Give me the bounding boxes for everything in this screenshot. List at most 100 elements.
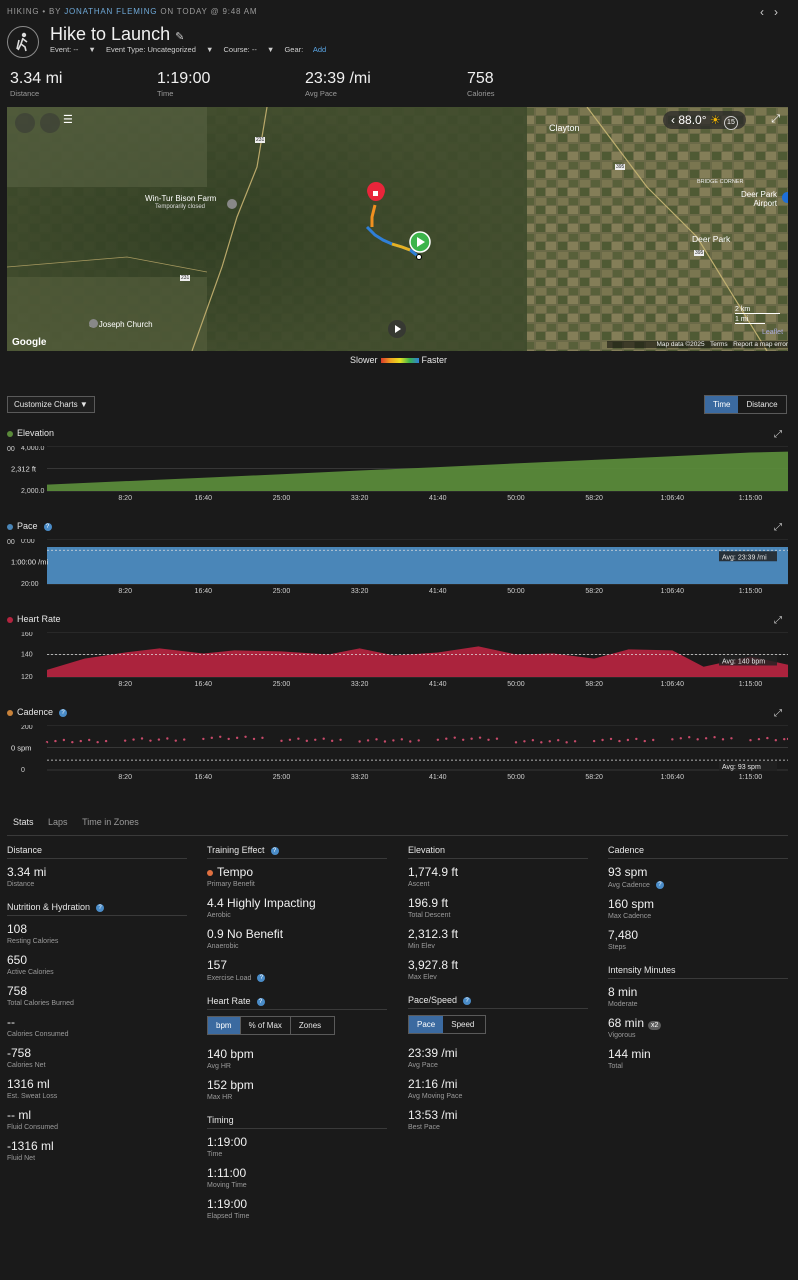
map-control-mid[interactable] (40, 113, 60, 133)
summary-value: 758 (467, 70, 494, 87)
caret-down-icon: ▼ (79, 400, 88, 409)
cadence-data-point (531, 739, 535, 742)
leaflet-link[interactable]: Leaflet (762, 329, 783, 336)
training-title-text: Training Effect (207, 845, 265, 855)
event-type-dropdown[interactable]: Event Type: Uncategorized ▼ (106, 45, 213, 54)
help-icon[interactable]: ? (270, 846, 279, 855)
terms-link[interactable]: Terms (710, 341, 728, 348)
pace-speed-toggle: Pace Speed (408, 1015, 486, 1034)
report-error-link[interactable]: Report a map error (733, 341, 788, 348)
author-link[interactable]: JONATHAN FLEMING (64, 7, 157, 16)
course-dropdown[interactable]: Course: -- ▼ (223, 45, 274, 54)
weather-widget[interactable]: ‹ 88.0° ☀ 15 (663, 111, 746, 130)
heart-rate-chart[interactable]: 8:20 16:40 25:00 33:20 41:40 50:00 58:20 1:06:4… (7, 632, 788, 689)
elevation-chart[interactable]: 8:20 16:40 25:00 33:20 41:40 50:00 58:20 1:06:4… (7, 446, 788, 503)
cadence-data-point (297, 737, 300, 740)
legend-slower: Slower (350, 355, 378, 365)
cadence-title-text: Cadence (17, 707, 54, 717)
stat-label: Avg HR (207, 1063, 231, 1070)
stat-value: 157 (207, 958, 228, 972)
x-tick-label: 1:06:40 (661, 588, 684, 595)
x-tick-label: 8:20 (118, 774, 132, 781)
summary-value: 3.34 mi (10, 70, 63, 87)
help-icon[interactable]: ? (59, 708, 68, 717)
section-timing-title: Timing (207, 1115, 387, 1129)
nutrition-title-text: Nutrition & Hydration (7, 902, 91, 912)
stat-value: 3,927.8 ft (408, 958, 459, 972)
heart-rate-series-area (47, 646, 788, 677)
help-icon[interactable]: ? (43, 522, 52, 531)
stat-label: Primary Benefit (207, 881, 255, 888)
google-logo: Google (12, 337, 47, 348)
next-activity-icon[interactable]: › (774, 5, 788, 19)
time-toggle[interactable]: Time (705, 396, 739, 413)
cadence-data-point (104, 739, 108, 743)
cadence-expand-icon[interactable]: ⤢ (774, 708, 782, 719)
stat-label: Active Calories (7, 969, 54, 976)
map-data-credit: Map data ©2025 (656, 341, 705, 348)
cadence-data-point (514, 741, 518, 744)
summary-label: Avg Pace (305, 89, 337, 98)
fullscreen-icon[interactable]: ⤢ (771, 113, 780, 126)
hr-zones-toggle[interactable]: Zones (291, 1017, 329, 1034)
y-axis-cut-label: 00 (7, 539, 15, 546)
cadence-data-point (766, 736, 769, 740)
help-icon[interactable]: ? (655, 881, 664, 889)
cadence-chart[interactable]: 8:20 16:40 25:00 33:20 41:40 50:00 58:20 1:06:4… (7, 725, 788, 782)
stat-value: 650 (7, 953, 28, 967)
route-map[interactable]: ☰ Clayton Win-Tur Bison Farm Temporarily… (7, 107, 788, 351)
elevation-expand-icon[interactable]: ⤢ (774, 429, 782, 440)
stat-label: Elapsed Time (207, 1213, 250, 1220)
edit-pencil-icon[interactable]: ✎ (175, 31, 184, 43)
breadcrumb-by: • BY (42, 7, 62, 16)
help-icon[interactable]: ? (463, 996, 472, 1005)
tab-stats[interactable]: Stats (7, 815, 40, 829)
map-label-airport: Deer Park Airport (740, 190, 777, 208)
heart-rate-expand-icon[interactable]: ⤢ (774, 615, 782, 626)
cadence-data-point (322, 737, 325, 740)
help-icon[interactable]: ? (257, 974, 266, 982)
hr-percent-toggle[interactable]: % of Max (239, 1017, 291, 1034)
y-tick-label: 20:00 (21, 581, 39, 588)
pace-toggle[interactable]: Pace (409, 1016, 444, 1033)
cadence-data-point (626, 738, 630, 742)
event-type-label: Event Type: Uncategorized (105, 45, 196, 54)
scale-mi: 1 mi (735, 316, 765, 324)
map-control-left[interactable] (15, 113, 35, 133)
hr-unit-toggle: bpm % of Max Zones (207, 1016, 335, 1035)
prev-activity-icon[interactable]: ‹ (760, 5, 774, 19)
cadence-data-point (149, 739, 152, 742)
pace-expand-icon[interactable]: ⤢ (774, 522, 782, 533)
x-tick-label: 58:20 (585, 681, 603, 688)
activity-title[interactable]: Hike to Launch ✎ (50, 24, 184, 45)
summary-time: 1:19:00 Time (157, 70, 210, 98)
event-dropdown[interactable]: Event: -- ▼ (50, 45, 96, 54)
x-tick-label: 8:20 (118, 681, 132, 688)
cadence-data-point (157, 738, 161, 741)
cadence-data-point (592, 739, 596, 743)
speed-toggle[interactable]: Speed (443, 1016, 482, 1033)
tab-time-in-zones[interactable]: Time in Zones (76, 815, 145, 829)
distance-toggle[interactable]: Distance (738, 396, 785, 413)
stat-label: Best Pace (408, 1124, 440, 1131)
summary-calories: 758 Calories (467, 70, 495, 98)
x-tick-label: 25:00 (273, 681, 291, 688)
hr-bpm-toggle[interactable]: bpm (208, 1017, 240, 1034)
help-icon[interactable]: ? (256, 997, 265, 1006)
customize-charts-button[interactable]: Customize Charts ▼ (7, 396, 95, 413)
stat-label: Vigorous (608, 1032, 636, 1039)
x-tick-label: 50:00 (507, 681, 525, 688)
layers-icon[interactable]: ☰ (63, 113, 77, 127)
cadence-data-point (609, 737, 613, 741)
y-tick-label: 0:00 (21, 539, 35, 545)
stats-col-4: Cadence 93 spm Avg Cadence? 160 spm Max Ca… (608, 845, 788, 1078)
chevron-left-icon[interactable]: ‹ (671, 113, 675, 127)
legend-faster: Faster (421, 355, 448, 365)
tab-laps[interactable]: Laps (42, 815, 74, 829)
stat-value: -1316 ml (7, 1139, 54, 1153)
cadence-data-point (652, 738, 655, 742)
pace-chart[interactable]: 8:20 16:40 25:00 33:20 41:40 50:00 58:20 1:06:4… (7, 539, 788, 596)
cadence-data-point (123, 739, 127, 742)
gear-add-link[interactable]: Add (313, 45, 326, 54)
help-icon[interactable]: ? (96, 903, 105, 912)
